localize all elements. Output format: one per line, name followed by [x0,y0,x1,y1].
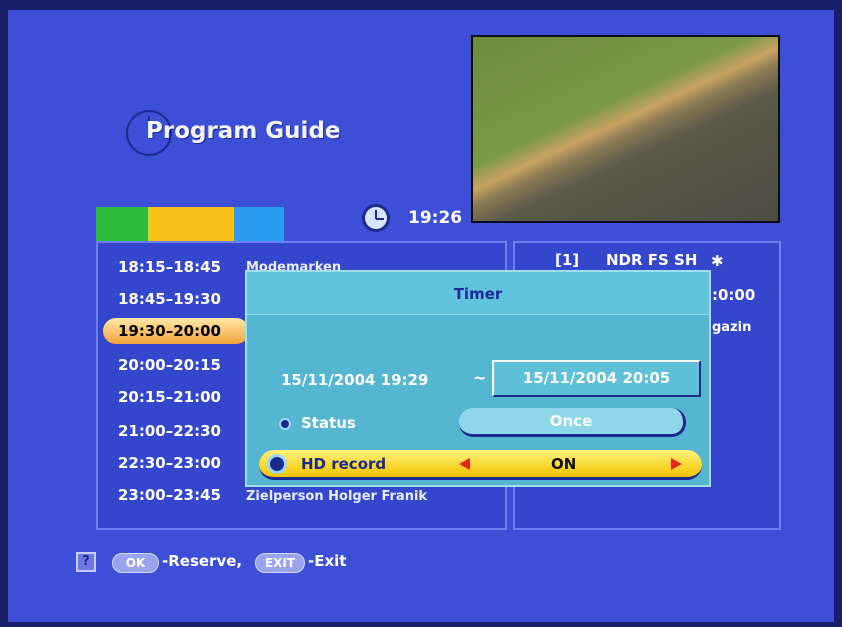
time-slot[interactable]: 18:15–18:45 [118,258,221,276]
clock-icon [362,204,390,232]
time-slot[interactable]: 21:00–22:30 [118,422,221,440]
time-slot[interactable]: 23:00–23:45 [118,486,221,504]
program-title: Zielperson Holger Franik [246,489,428,504]
ok-hint: -Reserve, [162,552,243,570]
timer-dialog: Timer 15/11/2004 19:29 ~ 15/11/2004 20:0… [245,270,711,487]
time-slot[interactable]: 20:00–20:15 [118,356,221,374]
end-time: :0:00 [712,286,756,304]
color-key-blue[interactable] [234,207,284,241]
end-datetime-field[interactable]: 15/11/2004 20:05 [492,360,701,397]
time-slot[interactable]: 22:30–23:00 [118,454,221,472]
help-icon[interactable]: ? [76,552,96,572]
arrow-right-icon[interactable] [671,458,682,470]
time-slot-selected[interactable]: 19:30–20:00 [103,318,249,344]
program-description: gazin [712,320,752,335]
color-key-yellow[interactable] [148,207,234,241]
hd-record-label: HD record [301,455,387,473]
star-icon: ✱ [711,252,724,270]
exit-key-icon[interactable]: EXIT [255,553,305,573]
dialog-title: Timer [247,272,709,315]
channel-name: NDR FS SH [606,251,698,269]
hd-record-value: ON [551,455,577,473]
hd-radio-icon [267,454,287,474]
channel-number: [1] [555,251,580,269]
color-key-green[interactable] [96,207,148,241]
current-time: 19:26 [408,208,463,228]
start-datetime: 15/11/2004 19:29 [281,371,429,389]
hd-record-row[interactable]: HD record ON [259,450,702,480]
ok-key-icon[interactable]: OK [112,553,159,573]
status-radio-icon [279,418,291,430]
arrow-left-icon[interactable] [459,458,470,470]
range-separator: ~ [473,368,487,387]
time-slot[interactable]: 20:15–21:00 [118,388,221,406]
status-select[interactable]: Once [459,408,686,437]
video-preview [471,35,780,223]
time-slot[interactable]: 18:45–19:30 [118,290,221,308]
status-label: Status [301,414,356,432]
page-title: Program Guide [146,118,341,144]
exit-hint: -Exit [308,552,347,570]
